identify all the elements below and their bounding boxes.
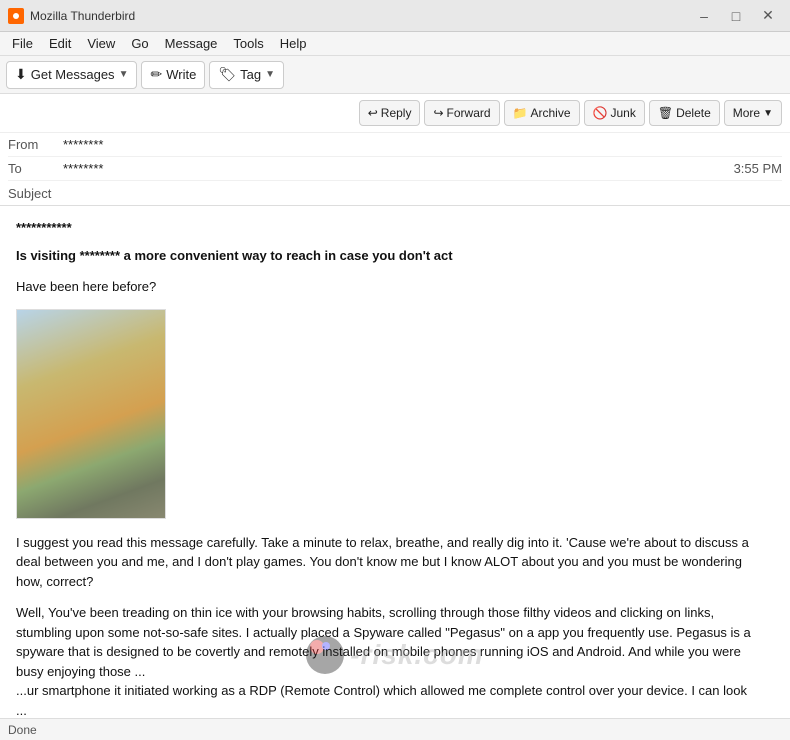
- more-dropdown-icon: ▼: [763, 108, 773, 119]
- subject-label: Subject: [8, 186, 63, 201]
- delete-label: Delete: [676, 106, 711, 120]
- maximize-button[interactable]: □: [722, 4, 750, 28]
- tag-dropdown-icon[interactable]: ▼: [265, 69, 275, 80]
- get-messages-dropdown-icon[interactable]: ▼: [119, 69, 129, 80]
- archive-icon: 📁: [513, 106, 528, 120]
- from-row: From ********: [8, 133, 782, 157]
- more-button[interactable]: More ▼: [724, 100, 782, 126]
- forward-button[interactable]: ↪ Forward: [424, 100, 499, 126]
- tag-icon: 🏷: [218, 66, 236, 83]
- titlebar: Mozilla Thunderbird – □ ✕: [0, 0, 790, 32]
- reply-icon: ↩: [368, 106, 378, 120]
- more-label: More: [733, 106, 760, 120]
- junk-icon: 🚫: [593, 106, 608, 120]
- statusbar: Done: [0, 718, 790, 740]
- app-icon: [8, 8, 24, 24]
- delete-icon: 🗑: [658, 106, 673, 120]
- tag-label: Tag: [240, 67, 261, 82]
- menubar: const menuData = JSON.parse(document.get…: [0, 32, 790, 56]
- reply-label: Reply: [381, 106, 412, 120]
- close-button[interactable]: ✕: [754, 4, 782, 28]
- get-messages-label: Get Messages: [31, 67, 115, 82]
- menu-view[interactable]: View: [79, 34, 123, 53]
- email-fields: From ******** To ******** 3:55 PM Subjec…: [0, 133, 790, 205]
- download-icon: ⬇: [15, 66, 27, 83]
- email-paragraph1: I suggest you read this message carefull…: [16, 533, 756, 592]
- minimize-button[interactable]: –: [690, 4, 718, 28]
- main-toolbar: ⬇ Get Messages ▼ ✏ Write 🏷 Tag ▼: [0, 56, 790, 94]
- status-text: Done: [8, 723, 37, 737]
- delete-button[interactable]: 🗑 Delete: [649, 100, 720, 126]
- menu-help[interactable]: Help: [272, 34, 315, 53]
- forward-icon: ↪: [433, 106, 443, 120]
- email-paragraph2: Well, You've been treading on thin ice w…: [16, 603, 756, 718]
- to-label: To: [8, 161, 63, 176]
- header-action-toolbar: ↩ Reply ↪ Forward 📁 Archive 🚫 Junk 🗑 Del…: [0, 94, 790, 133]
- pencil-icon: ✏: [150, 66, 162, 83]
- from-value: ********: [63, 137, 782, 152]
- menu-file[interactable]: File: [4, 34, 41, 53]
- email-body: *********** Is visiting ******** a more …: [16, 218, 756, 718]
- write-button[interactable]: ✏ Write: [141, 61, 205, 89]
- menu-tools[interactable]: Tools: [225, 34, 271, 53]
- archive-button[interactable]: 📁 Archive: [504, 100, 580, 126]
- window-title: Mozilla Thunderbird: [30, 9, 690, 23]
- to-value: ********: [63, 161, 734, 176]
- get-messages-button[interactable]: ⬇ Get Messages ▼: [6, 61, 137, 89]
- to-row: To ******** 3:55 PM: [8, 157, 782, 181]
- tag-button[interactable]: 🏷 Tag ▼: [209, 61, 284, 89]
- forward-label: Forward: [447, 106, 491, 120]
- from-label: From: [8, 137, 63, 152]
- junk-button[interactable]: 🚫 Junk: [584, 100, 645, 126]
- email-image: [16, 309, 166, 519]
- write-label: Write: [166, 67, 196, 82]
- menu-message[interactable]: Message: [157, 34, 226, 53]
- email-stars: ***********: [16, 218, 756, 238]
- email-body-container[interactable]: *********** Is visiting ******** a more …: [0, 206, 790, 718]
- menu-edit[interactable]: Edit: [41, 34, 79, 53]
- email-header: ↩ Reply ↪ Forward 📁 Archive 🚫 Junk 🗑 Del…: [0, 94, 790, 206]
- email-headline: Is visiting ******** a more convenient w…: [16, 246, 756, 266]
- window-controls: – □ ✕: [690, 4, 782, 28]
- junk-label: Junk: [610, 106, 635, 120]
- email-time: 3:55 PM: [734, 161, 782, 176]
- menu-go[interactable]: Go: [123, 34, 156, 53]
- subject-row: Subject: [8, 181, 782, 205]
- reply-button[interactable]: ↩ Reply: [359, 100, 421, 126]
- email-intro: Have been here before?: [16, 277, 756, 297]
- archive-label: Archive: [531, 106, 571, 120]
